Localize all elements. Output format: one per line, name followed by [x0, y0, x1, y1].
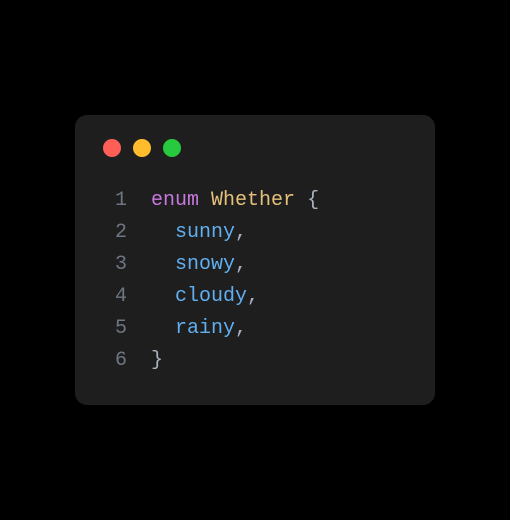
- keyword-token: enum: [151, 189, 199, 212]
- code-line: 6 }: [103, 345, 407, 377]
- code-line: 1 enum Whether {: [103, 185, 407, 217]
- code-content: }: [151, 345, 163, 377]
- code-content: enum Whether {: [151, 185, 319, 217]
- member-token: snowy: [175, 253, 235, 276]
- line-number: 6: [103, 345, 127, 377]
- line-number: 1: [103, 185, 127, 217]
- typename-token: Whether: [211, 189, 295, 212]
- code-line: 5 rainy,: [103, 313, 407, 345]
- code-content: cloudy,: [151, 281, 259, 313]
- window-controls: [103, 139, 407, 157]
- comma-token: ,: [247, 285, 259, 308]
- code-editor-window: 1 enum Whether { 2 sunny, 3 snowy, 4 clo…: [75, 115, 435, 405]
- member-token: cloudy: [175, 285, 247, 308]
- minimize-icon[interactable]: [133, 139, 151, 157]
- code-content: snowy,: [151, 249, 247, 281]
- maximize-icon[interactable]: [163, 139, 181, 157]
- code-line: 4 cloudy,: [103, 281, 407, 313]
- member-token: sunny: [175, 221, 235, 244]
- line-number: 5: [103, 313, 127, 345]
- member-token: rainy: [175, 317, 235, 340]
- code-area[interactable]: 1 enum Whether { 2 sunny, 3 snowy, 4 clo…: [103, 185, 407, 377]
- line-number: 2: [103, 217, 127, 249]
- close-icon[interactable]: [103, 139, 121, 157]
- comma-token: ,: [235, 221, 247, 244]
- brace-token: }: [151, 349, 163, 372]
- line-number: 3: [103, 249, 127, 281]
- line-number: 4: [103, 281, 127, 313]
- code-content: sunny,: [151, 217, 247, 249]
- code-content: rainy,: [151, 313, 247, 345]
- comma-token: ,: [235, 317, 247, 340]
- code-line: 3 snowy,: [103, 249, 407, 281]
- brace-token: {: [307, 189, 319, 212]
- comma-token: ,: [235, 253, 247, 276]
- code-line: 2 sunny,: [103, 217, 407, 249]
